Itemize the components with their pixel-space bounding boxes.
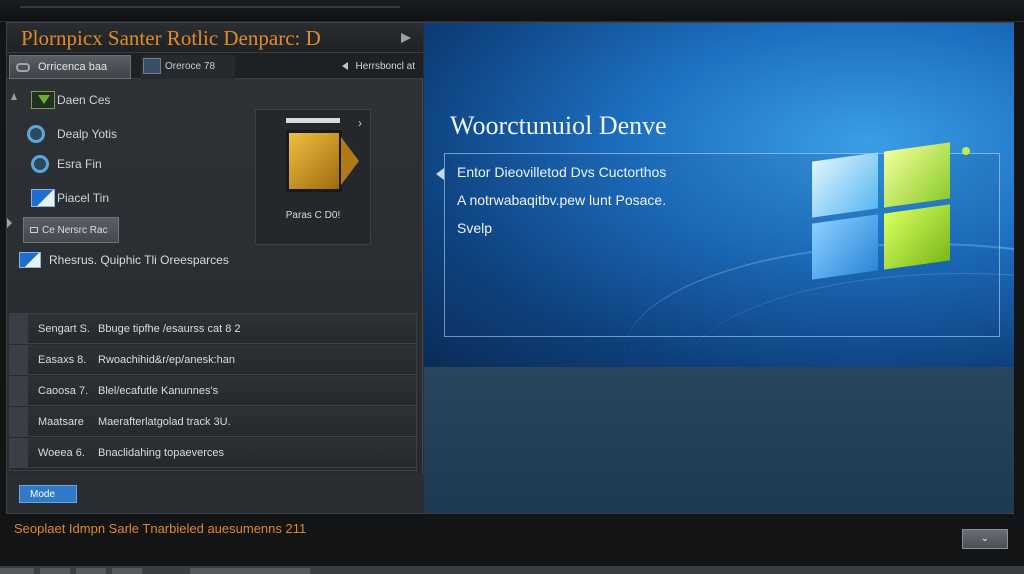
row-gutter [10,376,28,406]
list-item-value: Blel/ecafutle Kanunnes's [98,385,219,397]
row-gutter [10,345,28,375]
list-item-value: Rwoachihid&r/ep/anesk:han [98,354,235,366]
window-title: Plornpicx Santer Rotlic Denparc: D [21,26,321,50]
left-panel: Plornpicx Santer Rotlic Denparc: D Orric… [7,23,423,475]
list-item-value: Bnaclidahing topaeverces [98,447,224,459]
list-item-value: Bbuge tipfhe /esaurss cat 8 2 [98,323,241,335]
list-item-key: Sengart S. [38,323,90,335]
left-triangle-icon [341,62,348,70]
list-item[interactable]: Easaxs 8. Rwoachihid&r/ep/anesk:han [10,345,416,375]
tab-primary-label: Orricenca baa [38,61,108,73]
list-item-key: Caoosa 7. [38,385,89,397]
nav-item-label: Daen Ces [57,93,111,107]
download-icon [31,91,55,109]
taskbar-segment[interactable] [190,568,310,574]
list-item[interactable]: Maatsare Maerafterlatgolad track 3U. [10,407,416,437]
dropdown-button[interactable]: ⌄ [962,529,1008,549]
list-item-value: Maerafterlatgolad track 3U. [98,416,231,428]
tab-primary[interactable]: Orricenca baa [9,55,131,79]
expand-arrow-icon[interactable] [401,33,411,43]
window-icon [31,189,55,207]
top-highlight [20,6,400,8]
status-text: Seoplaet Idmpn Sarle Tnarbieled auesumen… [14,521,307,536]
logo-pane [812,152,878,218]
side-collapse-arrow-icon[interactable] [7,218,12,228]
title-bar: Plornpicx Santer Rotlic Denparc: D [7,23,423,53]
list-item-key: Easaxs 8. [38,354,87,366]
list-item[interactable]: Woeea 6. Bnaclidahing topaeverces [10,438,416,468]
tab-secondary-label: Oreroce 78 [165,61,216,72]
info-line: Svelp [457,220,493,236]
window-icon [19,252,41,268]
taskbar-strip [0,566,1024,574]
info-line: Entor Dieovilletod Dvs Cuctorthos [457,164,667,180]
taskbar-segment[interactable] [0,568,34,574]
tab-bar: Orricenca baa Oreroce 78 Herrsboncl at [7,53,423,79]
tab-secondary[interactable]: Oreroce 78 [141,55,235,79]
taskbar-segment[interactable] [40,568,70,574]
thumbnail-caption: Paras C D0! [285,210,341,221]
thumbnail-bar [286,118,340,123]
nav-item-label: Esra Fin [57,157,102,171]
box-icon [30,227,38,233]
magnifier-icon [31,155,49,173]
list-item[interactable]: Sengart S. Bbuge tipfhe /esaurss cat 8 2 [10,314,416,344]
logo-pane [812,214,878,280]
monitor-icon [143,58,161,74]
list-item-key: Woeea 6. [38,447,85,459]
hero-title: Woorctunuiol Denve [450,111,667,140]
app-window: Plornpicx Santer Rotlic Denparc: D Orric… [6,22,1014,514]
taskbar-segment[interactable] [76,568,106,574]
secondary-button-label: Ce Nersrc Rac [42,225,108,236]
preview-thumbnail[interactable]: › Paras C D0! [255,109,371,245]
nav-item-label: Piacel Tin [57,191,110,205]
option-row-label: Rhesrus. Quiphic Tli Oreesparces [49,253,229,267]
nav-item-label: Dealp Yotis [57,127,118,141]
info-line: A notrwabaqitbv.pew lunt Posace. [457,192,667,208]
chevron-right-icon[interactable]: › [358,116,362,130]
pointer-left-icon [436,168,444,180]
logo-pane [884,204,950,270]
taskbar-segment[interactable] [112,568,142,574]
row-gutter [10,314,28,344]
row-gutter [10,438,28,468]
tab-right-link[interactable]: Herrsboncl at [341,61,415,72]
magnifier-icon [27,125,45,143]
row-gutter [10,407,28,437]
secondary-button[interactable]: Ce Nersrc Rac [23,217,119,243]
tab-icon [16,63,30,72]
tab-right-label: Herrsboncl at [355,61,415,72]
top-strip [0,0,1024,22]
list-item-key: Maatsare [38,416,84,428]
arrow-tile-icon [286,130,359,192]
mode-button[interactable]: Mode [19,485,77,503]
windows-logo-icon [812,142,972,287]
logo-pane [884,142,950,208]
up-arrow-icon[interactable] [11,93,17,100]
list-item[interactable]: Caoosa 7. Blel/ecafutle Kanunnes's [10,376,416,406]
hero-lower-area [424,367,1014,513]
details-list: Sengart S. Bbuge tipfhe /esaurss cat 8 2… [9,313,417,471]
hero-panel: Woorctunuiol Denve Entor Dieovilletod Dv… [424,23,1014,367]
logo-dot [962,147,970,155]
